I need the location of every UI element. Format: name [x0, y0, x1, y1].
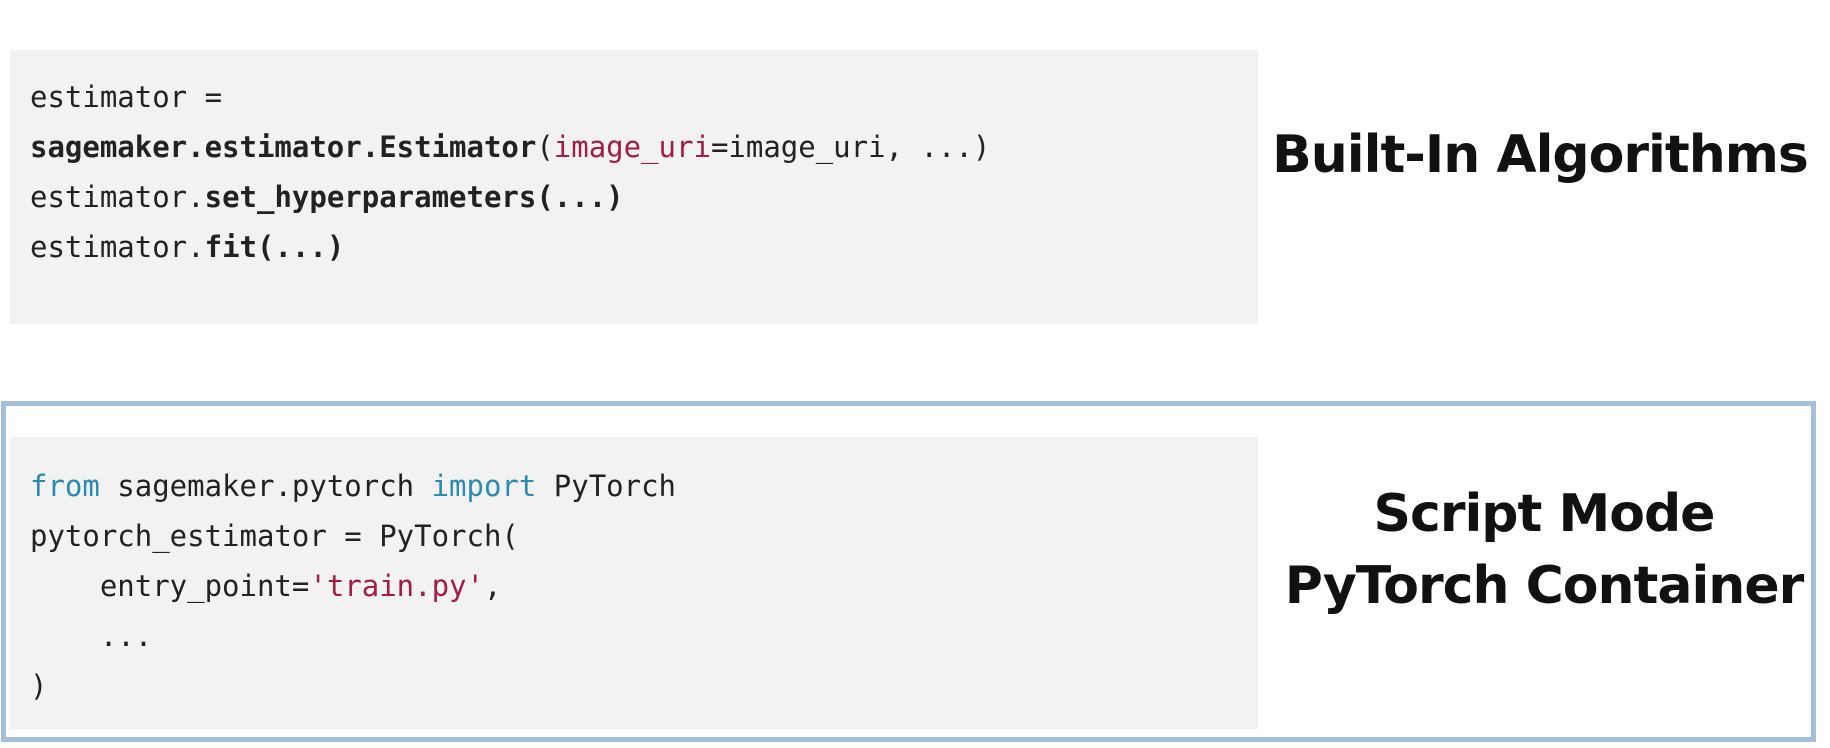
- script-mode-label-line1: Script Mode: [1373, 484, 1716, 544]
- keyword-import: import: [431, 469, 537, 503]
- code-line: estimator =: [30, 72, 1258, 122]
- code-line: pytorch_estimator = PyTorch(: [30, 511, 1258, 561]
- builtin-algorithms-label: Built-In Algorithms: [1272, 125, 1809, 185]
- keyword-from: from: [30, 469, 100, 503]
- code-line: entry_point='train.py',: [30, 561, 1258, 611]
- entry-point-arg: entry_point=: [30, 569, 310, 603]
- code-line: estimator.fit(...): [30, 222, 1258, 272]
- code-line: estimator.set_hyperparameters(...): [30, 172, 1258, 222]
- set-hyperparameters-call: set_hyperparameters(...): [204, 180, 624, 214]
- code-line: ...: [30, 611, 1258, 661]
- code-object: estimator.: [30, 230, 205, 264]
- code-text: pytorch_estimator = PyTorch(: [30, 519, 519, 553]
- script-mode-label: Script Mode PyTorch Container: [1270, 478, 1818, 622]
- code-text: ,: [483, 569, 502, 603]
- script-mode-code-block: from sagemaker.pytorch import PyTorch py…: [10, 437, 1258, 729]
- builtin-code-block: estimator = sagemaker.estimator.Estimato…: [10, 50, 1258, 324]
- code-text: estimator =: [30, 80, 223, 114]
- code-object: estimator.: [30, 180, 205, 214]
- code-paren: ): [30, 669, 48, 703]
- entry-point-value: 'train.py': [309, 569, 484, 603]
- image-uri-param: image_uri: [553, 130, 711, 164]
- code-line: ): [30, 661, 1258, 711]
- code-line: sagemaker.estimator.Estimator(image_uri=…: [30, 122, 1258, 172]
- imported-name: PyTorch: [536, 469, 677, 503]
- estimator-class-call: sagemaker.estimator.Estimator: [30, 130, 537, 164]
- code-paren: (: [536, 130, 554, 164]
- code-line: from sagemaker.pytorch import PyTorch: [30, 461, 1258, 511]
- module-name: sagemaker.pytorch: [99, 469, 432, 503]
- script-mode-label-line2: PyTorch Container: [1284, 556, 1804, 616]
- code-ellipsis: ...: [30, 619, 153, 653]
- fit-call: fit(...): [204, 230, 345, 264]
- code-text: =image_uri, ...): [710, 130, 991, 164]
